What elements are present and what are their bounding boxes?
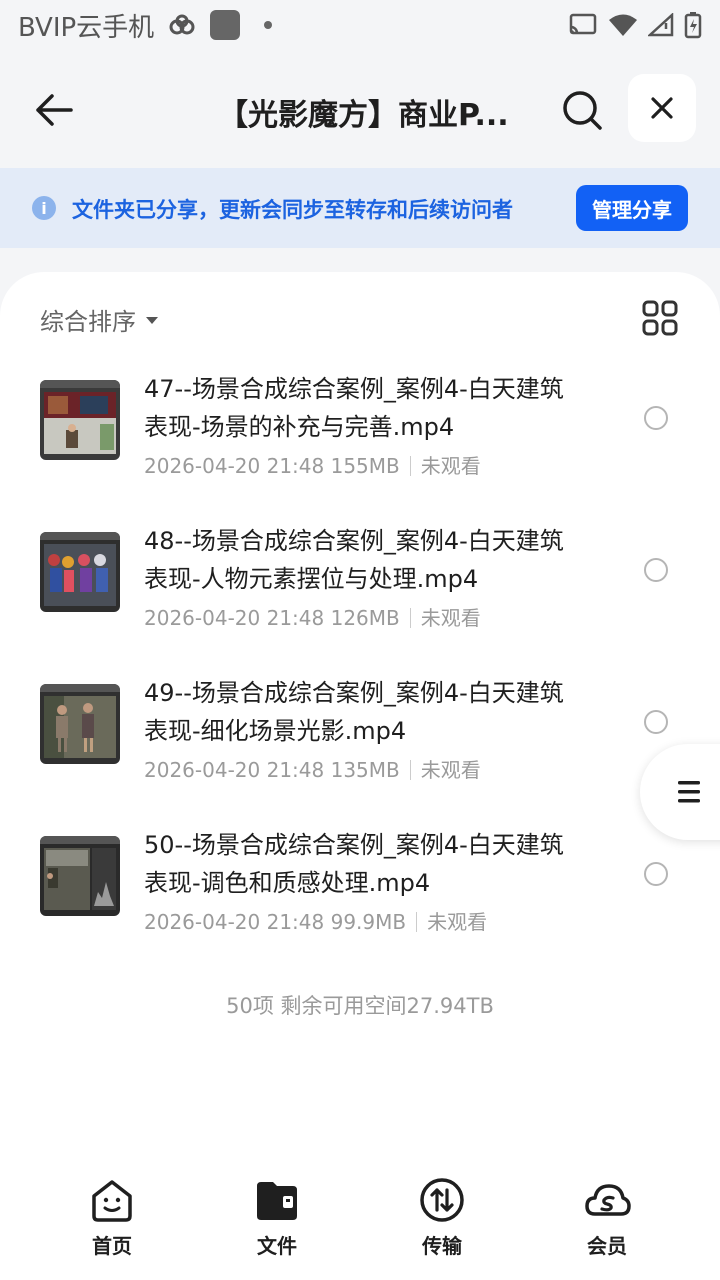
- sort-caret-icon: [146, 317, 158, 324]
- close-button[interactable]: [628, 74, 696, 142]
- file-meta: 2026-04-20 21:48 99.9MB 未观看: [144, 906, 487, 935]
- file-size: 99.9MB: [330, 910, 407, 934]
- nav-home-label: 首页: [92, 1234, 132, 1258]
- page-title: 【光影魔方】商业P...: [218, 98, 509, 133]
- share-banner: i 文件夹已分享，更新会同步至转存和后续访问者 管理分享: [0, 168, 720, 248]
- share-banner-text: 文件夹已分享，更新会同步至转存和后续访问者: [72, 198, 513, 222]
- battery-icon: [684, 12, 702, 39]
- nav-member[interactable]: 会员: [552, 1176, 662, 1266]
- nav-transfer-label: 传输: [422, 1234, 462, 1258]
- top-bar: 【光影魔方】商业P...: [0, 62, 720, 158]
- nav-transfer[interactable]: 传输: [387, 1176, 497, 1266]
- nav-files[interactable]: 文件: [222, 1176, 332, 1266]
- file-date: 2026-04-20 21:48: [144, 758, 325, 782]
- file-name: 50--场景合成综合案例_案例4-白天建筑表现-调色和质感处理.mp4: [144, 831, 564, 897]
- watch-status: 未观看: [427, 910, 488, 934]
- item-count-footer: 50项 剩余可用空间27.94TB: [226, 994, 494, 1018]
- wifi-icon: [609, 14, 637, 36]
- file-date: 2026-04-20 21:48: [144, 606, 325, 630]
- manage-share-button[interactable]: 管理分享: [576, 185, 688, 231]
- folder-icon: [257, 1182, 297, 1220]
- watch-status: 未观看: [420, 454, 481, 478]
- list-item[interactable]: 47--场景合成综合案例_案例4-白天建筑表现-场景的补充与完善.mp4 202…: [0, 370, 720, 490]
- watch-status: 未观看: [420, 758, 481, 782]
- sort-dropdown[interactable]: 综合排序: [40, 302, 158, 337]
- file-size: 155MB: [330, 454, 400, 478]
- signal-icon: [648, 13, 674, 37]
- video-thumbnail: [40, 532, 120, 612]
- file-size: 135MB: [330, 758, 400, 782]
- file-date: 2026-04-20 21:48: [144, 454, 325, 478]
- file-name: 49--场景合成综合案例_案例4-白天建筑表现-细化场景光影.mp4: [144, 679, 564, 745]
- sort-label: 综合排序: [40, 308, 136, 336]
- cloud-link-icon: [169, 14, 195, 35]
- search-button[interactable]: [556, 84, 608, 136]
- cast-icon: [569, 13, 597, 35]
- list-item[interactable]: 50--场景合成综合案例_案例4-白天建筑表现-调色和质感处理.mp4 2026…: [0, 826, 720, 946]
- member-cloud-icon: [585, 1184, 631, 1216]
- nav-home[interactable]: 首页: [57, 1176, 167, 1266]
- file-meta: 2026-04-20 21:48 126MB 未观看: [144, 602, 481, 631]
- file-meta: 2026-04-20 21:48 155MB 未观看: [144, 450, 481, 479]
- status-app-name: BVIP云手机: [18, 12, 155, 43]
- notification-dot-icon: [264, 21, 273, 29]
- select-radio[interactable]: [644, 710, 668, 734]
- file-date: 2026-04-20 21:48: [144, 910, 325, 934]
- video-thumbnail: [40, 380, 120, 460]
- home-smile-icon: [92, 1180, 132, 1222]
- back-button[interactable]: [28, 84, 80, 136]
- grid-view-button[interactable]: [642, 300, 678, 336]
- grid-view-icon: [642, 300, 678, 336]
- select-radio[interactable]: [644, 862, 668, 886]
- list-item[interactable]: 49--场景合成综合案例_案例4-白天建筑表现-细化场景光影.mp4 2026-…: [0, 674, 720, 794]
- bottom-nav: 首页 文件 传输 会员: [0, 1170, 720, 1280]
- video-thumbnail: [40, 836, 120, 916]
- nav-files-label: 文件: [257, 1234, 297, 1258]
- file-meta: 2026-04-20 21:48 135MB 未观看: [144, 754, 481, 783]
- app-square-icon: [210, 10, 241, 40]
- video-thumbnail: [40, 684, 120, 764]
- status-bar: BVIP云手机: [0, 0, 720, 50]
- file-name: 48--场景合成综合案例_案例4-白天建筑表现-人物元素摆位与处理.mp4: [144, 527, 564, 593]
- list-menu-icon: [678, 781, 700, 803]
- file-list-sheet: 综合排序 47--场景合成综合案例_案例4-白天建筑表现-场景的补充与完善.mp…: [0, 272, 720, 1280]
- nav-member-label: 会员: [587, 1234, 627, 1258]
- file-name: 47--场景合成综合案例_案例4-白天建筑表现-场景的补充与完善.mp4: [144, 375, 564, 441]
- select-radio[interactable]: [644, 406, 668, 430]
- list-item[interactable]: 48--场景合成综合案例_案例4-白天建筑表现-人物元素摆位与处理.mp4 20…: [0, 522, 720, 642]
- watch-status: 未观看: [420, 606, 481, 630]
- file-size: 126MB: [330, 606, 400, 630]
- close-icon: [651, 97, 673, 119]
- search-icon: [563, 91, 602, 130]
- transfer-icon: [420, 1178, 464, 1222]
- back-arrow-icon: [36, 94, 73, 126]
- info-icon: i: [32, 196, 56, 220]
- select-radio[interactable]: [644, 558, 668, 582]
